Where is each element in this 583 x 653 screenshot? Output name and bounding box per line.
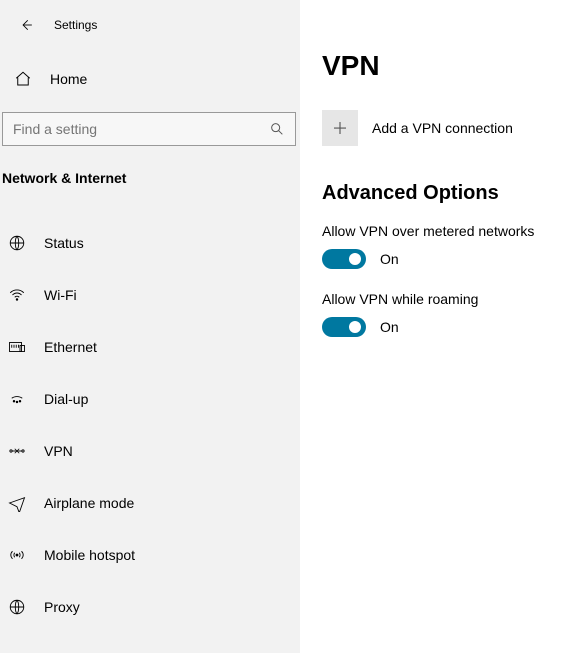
airplane-icon bbox=[8, 494, 26, 512]
toggle-roaming-label: Allow VPN while roaming bbox=[322, 291, 583, 307]
back-icon[interactable] bbox=[18, 17, 34, 33]
advanced-options-header: Advanced Options bbox=[322, 182, 583, 205]
nav-dialup-label: Dial-up bbox=[44, 391, 88, 407]
nav-proxy[interactable]: Proxy bbox=[0, 586, 300, 628]
plus-icon bbox=[322, 110, 358, 146]
window-title: Settings bbox=[54, 18, 97, 32]
search-input[interactable] bbox=[13, 121, 269, 137]
add-vpn-label: Add a VPN connection bbox=[372, 120, 513, 136]
search-box[interactable] bbox=[2, 112, 296, 146]
nav-ethernet[interactable]: Ethernet bbox=[0, 326, 300, 368]
page-title: VPN bbox=[322, 50, 583, 82]
wifi-icon bbox=[8, 286, 26, 304]
proxy-icon bbox=[8, 598, 26, 616]
main-content: VPN Add a VPN connection Advanced Option… bbox=[300, 0, 583, 653]
toggle-roaming-switch[interactable] bbox=[322, 317, 366, 337]
home-nav[interactable]: Home bbox=[0, 60, 300, 98]
nav-vpn-label: VPN bbox=[44, 443, 73, 459]
nav-wifi-label: Wi-Fi bbox=[44, 287, 77, 303]
dialup-icon bbox=[8, 390, 26, 408]
toggle-metered-switch[interactable] bbox=[322, 249, 366, 269]
settings-sidebar: Settings Home Network & Internet Status bbox=[0, 0, 300, 653]
nav-hotspot[interactable]: Mobile hotspot bbox=[0, 534, 300, 576]
nav-airplane[interactable]: Airplane mode bbox=[0, 482, 300, 524]
nav-vpn[interactable]: VPN bbox=[0, 430, 300, 472]
nav-airplane-label: Airplane mode bbox=[44, 495, 134, 511]
nav-status-label: Status bbox=[44, 235, 84, 251]
titlebar: Settings bbox=[0, 10, 300, 40]
vpn-icon bbox=[8, 442, 26, 460]
nav-status[interactable]: Status bbox=[0, 222, 300, 264]
search-icon bbox=[269, 121, 285, 137]
toggle-roaming-state: On bbox=[380, 319, 399, 335]
nav-hotspot-label: Mobile hotspot bbox=[44, 547, 135, 563]
nav-proxy-label: Proxy bbox=[44, 599, 80, 615]
add-vpn-row[interactable]: Add a VPN connection bbox=[322, 110, 583, 146]
status-icon bbox=[8, 234, 26, 252]
nav-ethernet-label: Ethernet bbox=[44, 339, 97, 355]
hotspot-icon bbox=[8, 546, 26, 564]
section-header: Network & Internet bbox=[0, 164, 300, 196]
nav-wifi[interactable]: Wi-Fi bbox=[0, 274, 300, 316]
home-icon bbox=[14, 70, 32, 88]
toggle-metered-state: On bbox=[380, 251, 399, 267]
home-label: Home bbox=[50, 71, 87, 87]
toggle-roaming: Allow VPN while roaming On bbox=[322, 291, 583, 337]
toggle-metered-label: Allow VPN over metered networks bbox=[322, 223, 583, 239]
toggle-metered: Allow VPN over metered networks On bbox=[322, 223, 583, 269]
ethernet-icon bbox=[8, 338, 26, 356]
nav-dialup[interactable]: Dial-up bbox=[0, 378, 300, 420]
